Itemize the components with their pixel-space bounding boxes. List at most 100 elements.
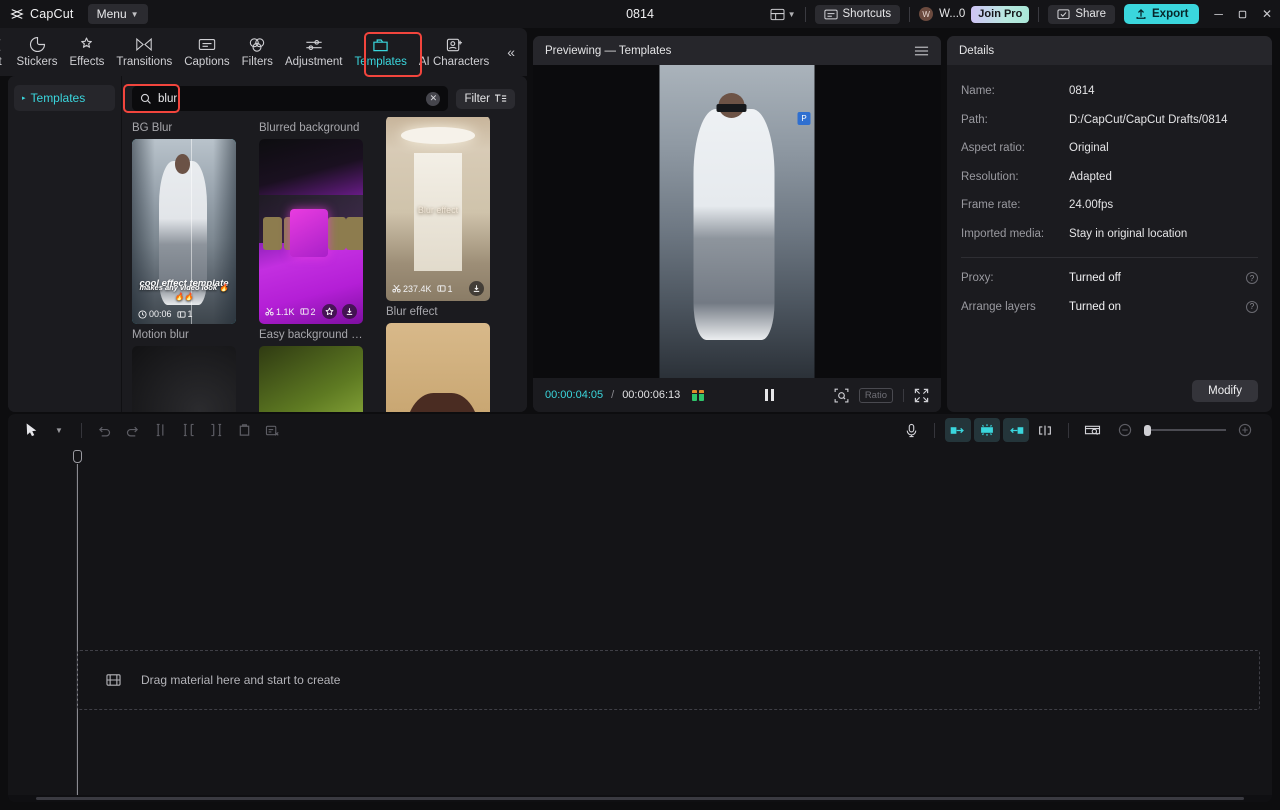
details-value[interactable]: Turned off bbox=[1069, 272, 1121, 284]
toolbar-item-text[interactable]: ct bbox=[0, 30, 11, 74]
search-row: ✕ Filter bbox=[122, 76, 527, 117]
modify-button[interactable]: Modify bbox=[1192, 380, 1258, 402]
zoom-knob[interactable] bbox=[1144, 425, 1151, 436]
undo-icon[interactable] bbox=[91, 418, 117, 442]
templates-scroll[interactable]: BG Blur cool effect template makes any v… bbox=[122, 117, 527, 412]
timeline-tracks[interactable]: Drag material here and start to create bbox=[8, 464, 1272, 802]
layout-button[interactable]: ▼ bbox=[770, 8, 796, 21]
close-button[interactable]: ✕ bbox=[1262, 7, 1272, 21]
zoom-track[interactable] bbox=[1144, 429, 1226, 431]
details-footer: Modify bbox=[947, 370, 1272, 412]
template-badges: 1.1K 2 bbox=[259, 299, 363, 324]
zoom-slider[interactable] bbox=[1112, 418, 1258, 442]
account-area[interactable]: W W...0 Join Pro bbox=[919, 6, 1029, 23]
template-card[interactable]: BG Blur cool effect template makes any v… bbox=[132, 117, 236, 324]
download-icon[interactable] bbox=[342, 304, 357, 319]
toolbar-item-effects[interactable]: Effects bbox=[63, 30, 110, 74]
toolbar-label: Stickers bbox=[17, 56, 58, 68]
template-thumbnail[interactable]: Blur effect 237.4K 1 bbox=[386, 117, 490, 301]
search-input[interactable] bbox=[158, 93, 420, 105]
details-row: Path: D:/CapCut/CapCut Drafts/0814 bbox=[961, 106, 1258, 135]
ratio-button[interactable]: Ratio bbox=[859, 388, 893, 403]
microphone-icon[interactable] bbox=[898, 418, 924, 442]
toolbar-item-stickers[interactable]: Stickers bbox=[11, 30, 64, 74]
toolbar-item-captions[interactable]: Captions bbox=[178, 30, 235, 74]
zoom-preview-icon[interactable] bbox=[834, 388, 849, 403]
templates-grid: BG Blur cool effect template makes any v… bbox=[132, 117, 517, 412]
help-icon[interactable]: ? bbox=[1246, 272, 1258, 284]
auto-snap-icon[interactable] bbox=[974, 418, 1000, 442]
search-box[interactable]: ✕ bbox=[132, 86, 448, 111]
menu-button[interactable]: Menu ▼ bbox=[88, 4, 148, 24]
main-toolbar: ct Stickers Effects bbox=[0, 28, 527, 76]
details-value[interactable]: Turned on bbox=[1069, 301, 1121, 313]
maximize-button[interactable] bbox=[1237, 9, 1248, 20]
template-thumbnail[interactable] bbox=[386, 323, 490, 412]
clear-search-icon[interactable]: ✕ bbox=[426, 92, 440, 106]
split-icon[interactable] bbox=[147, 418, 173, 442]
template-card[interactable]: Blur effect 237.4K 1 bbox=[386, 117, 490, 324]
preview-header: Previewing — Templates bbox=[533, 36, 941, 65]
duration-value: 00:06 bbox=[149, 309, 172, 319]
toolbar-item-transitions[interactable]: Transitions bbox=[110, 30, 178, 74]
divider bbox=[961, 257, 1258, 258]
trim-left-icon[interactable] bbox=[175, 418, 201, 442]
playhead-handle[interactable] bbox=[73, 450, 82, 463]
share-button[interactable]: Share bbox=[1048, 5, 1115, 24]
collapse-panel-button[interactable]: « bbox=[495, 44, 527, 60]
redo-icon[interactable] bbox=[119, 418, 145, 442]
template-card[interactable] bbox=[386, 324, 490, 412]
snap-to-end-icon[interactable] bbox=[1003, 418, 1029, 442]
details-title: Details bbox=[959, 45, 994, 57]
preview-render-icon[interactable] bbox=[1079, 418, 1105, 442]
template-card[interactable]: Blurred background 1 bbox=[259, 117, 363, 324]
menu-label: Menu bbox=[97, 7, 127, 21]
join-pro-button[interactable]: Join Pro bbox=[971, 6, 1029, 23]
export-button[interactable]: Export bbox=[1124, 4, 1199, 24]
divider bbox=[909, 7, 910, 22]
playhead[interactable] bbox=[77, 464, 78, 802]
template-badges: 00:06 1 bbox=[132, 304, 236, 324]
delete-icon[interactable] bbox=[231, 418, 257, 442]
template-card[interactable]: Motion blur bbox=[132, 324, 236, 412]
template-thumbnail[interactable]: cool effect template makes any video loo… bbox=[132, 139, 236, 324]
details-key: Name: bbox=[961, 85, 1069, 97]
chevron-down-icon: ▼ bbox=[788, 10, 796, 19]
timeline-scrollbar[interactable] bbox=[8, 795, 1272, 802]
preview-menu-icon[interactable] bbox=[914, 45, 929, 57]
favorite-icon[interactable] bbox=[322, 304, 337, 319]
template-thumbnail[interactable] bbox=[259, 346, 363, 412]
help-icon[interactable]: ? bbox=[1246, 301, 1258, 313]
pause-button[interactable] bbox=[765, 389, 774, 401]
filter-button[interactable]: Filter bbox=[456, 89, 515, 109]
preview-stage[interactable]: P bbox=[533, 65, 941, 378]
template-card[interactable]: Easy background blur bbox=[259, 324, 363, 412]
timeline-ruler[interactable] bbox=[8, 446, 1272, 464]
trim-right-icon[interactable] bbox=[203, 418, 229, 442]
minimize-button[interactable]: ─ bbox=[1214, 7, 1223, 21]
shortcuts-button[interactable]: Shortcuts bbox=[815, 5, 901, 24]
timeline-dropzone[interactable]: Drag material here and start to create bbox=[77, 650, 1260, 710]
select-tool-dropdown-icon[interactable]: ▼ bbox=[46, 418, 72, 442]
toolbar-item-ai-characters[interactable]: AI Characters bbox=[413, 30, 495, 74]
preview-video: P bbox=[660, 65, 815, 378]
toolbar-item-templates[interactable]: Templates bbox=[348, 30, 412, 74]
download-icon[interactable] bbox=[469, 281, 484, 296]
toolbar-label: Captions bbox=[184, 56, 229, 68]
snap-to-start-icon[interactable] bbox=[945, 418, 971, 442]
template-thumbnail[interactable] bbox=[132, 346, 236, 412]
select-tool-icon[interactable] bbox=[18, 418, 44, 442]
clear-effects-icon[interactable] bbox=[259, 418, 285, 442]
player-controls: 00:00:04:05 / 00:00:06:13 Ratio bbox=[533, 378, 941, 412]
details-key: Aspect ratio: bbox=[961, 142, 1069, 154]
toolbar-item-filters[interactable]: Filters bbox=[236, 30, 279, 74]
zoom-out-icon[interactable] bbox=[1112, 418, 1138, 442]
fullscreen-icon[interactable] bbox=[914, 388, 929, 403]
scrollbar-thumb[interactable] bbox=[36, 797, 1244, 800]
link-clips-icon[interactable] bbox=[1032, 418, 1058, 442]
time-separator: / bbox=[611, 389, 614, 401]
sidebar-item-templates[interactable]: ▸ Templates bbox=[14, 85, 115, 111]
zoom-in-icon[interactable] bbox=[1232, 418, 1258, 442]
toolbar-item-adjustment[interactable]: Adjustment bbox=[279, 30, 349, 74]
template-thumbnail[interactable]: 1.1K 2 bbox=[259, 139, 363, 324]
